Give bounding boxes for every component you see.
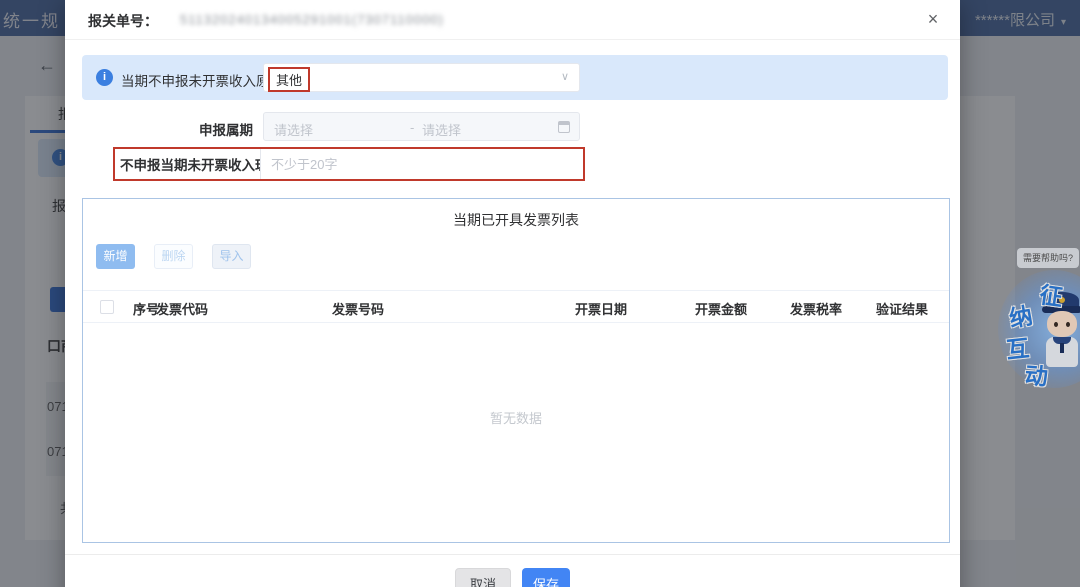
period-start-placeholder: 请选择 (274, 120, 313, 139)
period-separator: - (410, 120, 414, 135)
declare-period-range-picker[interactable]: 请选择 - 请选择 (263, 112, 580, 141)
reason-banner: i 当期不申报未开票收入原因 其他 ∨ (82, 55, 948, 100)
col-invoice-date: 开票日期 (575, 299, 627, 318)
select-all-checkbox[interactable] (100, 300, 114, 314)
declaration-number-masked: 511320240134005291001(7307110000) (180, 12, 444, 27)
assistant-speech-bubble[interactable]: 需要帮助吗? (1017, 248, 1079, 268)
unbilled-reason-select[interactable]: 其他 ∨ (263, 63, 580, 92)
declaration-dialog: 报关单号： 511320240134005291001(7307110000) … (65, 0, 960, 587)
col-verify-result: 验证结果 (876, 299, 928, 318)
issued-invoice-panel: 当期已开具发票列表 新增 删除 导入 序号 发票代码 发票号码 开票日期 开票金… (82, 198, 950, 543)
delete-invoice-button[interactable]: 删除 (154, 244, 193, 269)
empty-data-text: 暂无数据 (83, 408, 949, 427)
close-icon[interactable]: × (922, 8, 944, 30)
col-invoice-code: 发票代码 (156, 299, 208, 318)
mascot-char: 征 (1038, 276, 1066, 313)
period-end-placeholder: 请选择 (422, 120, 461, 139)
screen: 国统一规 ******限公司▾ ← 报关单 i 报 口商 071 071 共 需… (0, 0, 1080, 587)
col-tax-rate: 发票税率 (790, 299, 842, 318)
info-icon: i (96, 69, 113, 86)
declaration-number-label: 报关单号： (88, 11, 158, 31)
selected-reason-highlighted: 其他 (268, 67, 310, 92)
officer-eye (1054, 322, 1058, 327)
invoice-list-title: 当期已开具发票列表 (83, 210, 949, 230)
reason-field-highlighted: 不申报当期未开票收入理由 (113, 147, 585, 181)
officer-eye (1066, 322, 1070, 327)
save-button[interactable]: 保存 (522, 568, 570, 587)
col-invoice-number: 发票号码 (332, 299, 384, 318)
col-invoice-amount: 开票金额 (695, 299, 747, 318)
calendar-icon (558, 121, 570, 133)
assistant-mascot-widget[interactable]: 需要帮助吗? 征 纳 互 动 (995, 244, 1080, 394)
reason-input[interactable] (260, 149, 583, 179)
chevron-down-icon: ∨ (561, 70, 569, 83)
declare-period-label: 申报属期 (83, 119, 253, 139)
dialog-header: 报关单号： 511320240134005291001(7307110000) … (65, 0, 960, 40)
cancel-button[interactable]: 取消 (455, 568, 511, 587)
add-invoice-button[interactable]: 新增 (96, 244, 135, 269)
mascot-char: 动 (1024, 356, 1049, 392)
officer-face (1047, 311, 1077, 337)
import-invoice-button[interactable]: 导入 (212, 244, 251, 269)
reason-banner-label: 当期不申报未开票收入原因 (121, 70, 283, 90)
officer-tie (1060, 343, 1064, 353)
invoice-table-header: 序号 发票代码 发票号码 开票日期 开票金额 发票税率 验证结果 (83, 290, 949, 323)
reason-field-label: 不申报当期未开票收入理由 (115, 149, 260, 179)
footer-divider (65, 554, 960, 555)
